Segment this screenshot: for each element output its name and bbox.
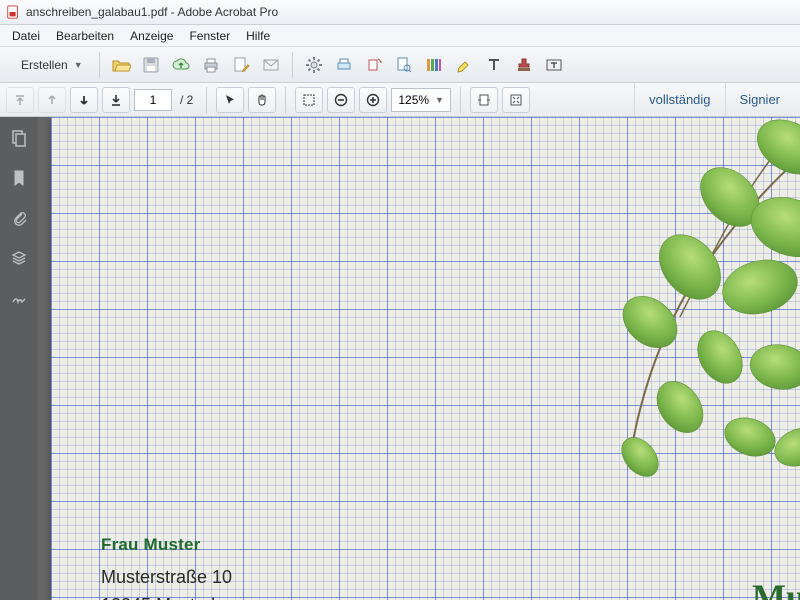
attachments-button[interactable]	[8, 207, 30, 229]
recipient-city: 12345 Musterhausen	[101, 592, 270, 600]
link-vollstaendig[interactable]: vollständig	[634, 83, 724, 116]
highlighter-icon	[454, 55, 474, 75]
zoom-out-button[interactable]	[327, 87, 355, 113]
thumbnails-button[interactable]	[8, 127, 30, 149]
menu-anzeige[interactable]: Anzeige	[122, 27, 181, 45]
email-button[interactable]	[257, 51, 285, 79]
rotate-icon	[364, 55, 384, 75]
cloud-button[interactable]	[167, 51, 195, 79]
print-button[interactable]	[197, 51, 225, 79]
window-title: anschreiben_galabau1.pdf - Adobe Acrobat…	[26, 5, 278, 19]
layers-icon	[10, 249, 28, 267]
leaves-illustration	[430, 117, 800, 527]
menu-hilfe[interactable]: Hilfe	[238, 27, 278, 45]
side-panel	[0, 117, 38, 600]
plus-circle-icon	[366, 93, 380, 107]
stamp-icon	[514, 55, 534, 75]
open-button[interactable]	[107, 51, 135, 79]
rotate-button[interactable]	[360, 51, 388, 79]
hand-tool-button[interactable]	[248, 87, 276, 113]
paperclip-icon	[10, 209, 28, 227]
folder-open-icon	[111, 55, 131, 75]
main-toolbar: Erstellen ▼	[0, 47, 800, 83]
title-bar: anschreiben_galabau1.pdf - Adobe Acrobat…	[0, 0, 800, 25]
content-area: Frau Muster Musterstraße 10 12345 Muster…	[0, 117, 800, 600]
highlight-button[interactable]	[450, 51, 478, 79]
app-icon	[6, 5, 20, 19]
link-signieren[interactable]: Signier	[725, 83, 794, 116]
zoom-select[interactable]: 125% ▼	[391, 88, 451, 112]
select-tool-button[interactable]	[216, 87, 244, 113]
quickprint-button[interactable]	[330, 51, 358, 79]
fit-page-icon	[509, 93, 523, 107]
page-total: / 2	[176, 93, 197, 107]
text-box-icon	[544, 55, 564, 75]
bookmarks-button[interactable]	[8, 167, 30, 189]
create-button[interactable]: Erstellen ▼	[6, 51, 92, 79]
first-page-button[interactable]	[6, 87, 34, 113]
signatures-button[interactable]	[8, 287, 30, 309]
minus-circle-icon	[334, 93, 348, 107]
edit-doc-button[interactable]	[227, 51, 255, 79]
signature-icon	[10, 289, 28, 307]
page-number-input[interactable]	[134, 89, 172, 111]
fit-width-button[interactable]	[470, 87, 498, 113]
color-bars-icon	[424, 55, 444, 75]
settings-button[interactable]	[300, 51, 328, 79]
prev-page-button[interactable]	[38, 87, 66, 113]
zoom-value: 125%	[398, 93, 429, 107]
arrow-up-icon	[45, 93, 59, 107]
gear-icon	[304, 55, 324, 75]
document-viewport[interactable]: Frau Muster Musterstraße 10 12345 Muster…	[38, 117, 800, 600]
recipient-name: Frau Muster	[101, 532, 270, 558]
caret-down-icon: ▼	[74, 60, 83, 70]
pdf-page: Frau Muster Musterstraße 10 12345 Muster…	[51, 117, 800, 600]
bookmark-icon	[10, 169, 28, 187]
pages-icon	[10, 129, 28, 147]
hand-icon	[255, 93, 269, 107]
text-tool-button[interactable]	[480, 51, 508, 79]
search-doc-button[interactable]	[390, 51, 418, 79]
doc-search-icon	[394, 55, 414, 75]
brand-fragment: Mus	[752, 576, 800, 600]
nav-toolbar: / 2 125% ▼ vollständig Signier	[0, 83, 800, 117]
doc-pencil-icon	[231, 55, 251, 75]
menu-bar: Datei Bearbeiten Anzeige Fenster Hilfe	[0, 25, 800, 47]
fit-page-button[interactable]	[502, 87, 530, 113]
menu-fenster[interactable]: Fenster	[181, 27, 238, 45]
textbox-button[interactable]	[540, 51, 568, 79]
arrow-down-bar-icon	[109, 93, 123, 107]
printer-icon	[201, 55, 221, 75]
marquee-zoom-button[interactable]	[295, 87, 323, 113]
text-t-icon	[484, 55, 504, 75]
arrow-up-bar-icon	[13, 93, 27, 107]
zoom-in-button[interactable]	[359, 87, 387, 113]
next-page-button[interactable]	[70, 87, 98, 113]
save-button[interactable]	[137, 51, 165, 79]
marquee-icon	[302, 93, 316, 107]
printer-small-icon	[334, 55, 354, 75]
stamp-button[interactable]	[510, 51, 538, 79]
envelope-icon	[261, 55, 281, 75]
color-button[interactable]	[420, 51, 448, 79]
arrow-down-icon	[77, 93, 91, 107]
layers-button[interactable]	[8, 247, 30, 269]
menu-datei[interactable]: Datei	[4, 27, 48, 45]
last-page-button[interactable]	[102, 87, 130, 113]
fit-width-icon	[477, 93, 491, 107]
floppy-icon	[141, 55, 161, 75]
recipient-address: Frau Muster Musterstraße 10 12345 Muster…	[101, 532, 270, 600]
recipient-street: Musterstraße 10	[101, 564, 270, 592]
menu-bearbeiten[interactable]: Bearbeiten	[48, 27, 122, 45]
cursor-icon	[223, 93, 237, 107]
caret-down-icon: ▼	[435, 95, 444, 105]
cloud-up-icon	[171, 55, 191, 75]
create-label: Erstellen	[21, 58, 68, 72]
